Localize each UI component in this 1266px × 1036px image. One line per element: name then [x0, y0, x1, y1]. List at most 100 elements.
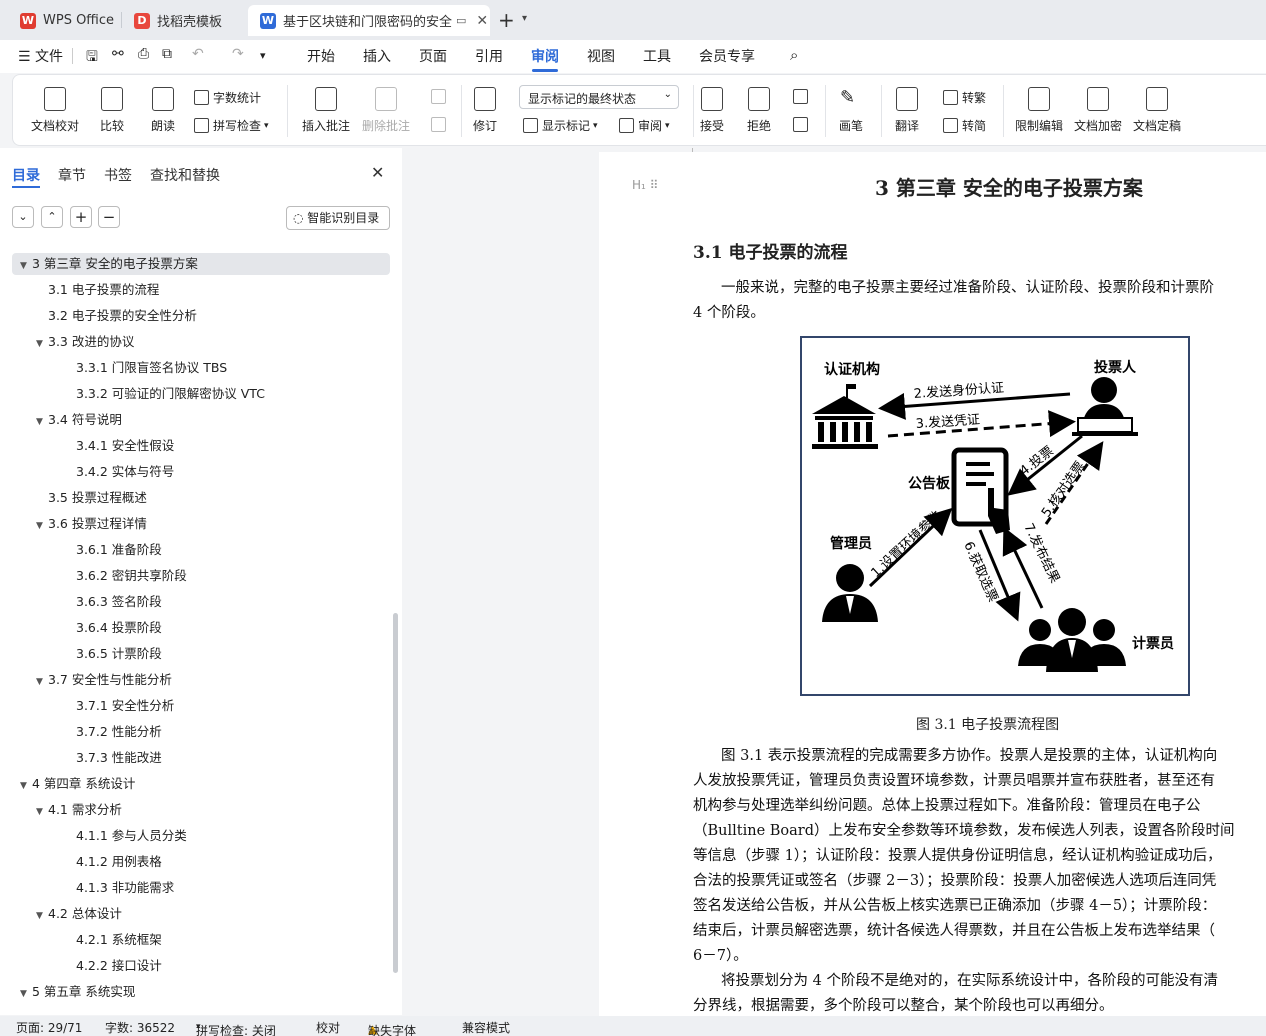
spell-check-button[interactable]: 拼写检查 ▾	[194, 117, 269, 134]
page-indicator[interactable]: 页面: 29/71	[16, 1019, 82, 1036]
menu-references[interactable]: 引用	[475, 46, 503, 66]
toc-item[interactable]: 3.3.1 门限盲签名协议 TBS	[12, 357, 390, 379]
print-icon[interactable]: ⎙	[138, 46, 149, 62]
move-up-button[interactable]: ⌃	[41, 206, 63, 228]
monitor-icon[interactable]: ▭	[456, 14, 466, 27]
document-page[interactable]: H₁ ⠿ 3 第三章 安全的电子投票方案 3.1 电子投票的流程 一般来说，完整…	[599, 152, 1266, 1032]
expand-caret-icon[interactable]: ▼	[20, 255, 32, 277]
toc-item[interactable]: 4.2.1 系统框架	[12, 929, 390, 951]
menu-member[interactable]: 会员专享	[699, 46, 755, 66]
toc-item[interactable]: 3.7.2 性能分析	[12, 721, 390, 743]
toc-item[interactable]: ▼ 4 第四章 系统设计	[12, 773, 390, 795]
panel-scrollbar[interactable]	[393, 613, 398, 973]
insert-comment-button[interactable]: 插入批注	[302, 87, 350, 134]
panel-tab-chapters[interactable]: 章节	[58, 165, 86, 185]
heading-style-icon[interactable]: H₁ ⠿	[632, 178, 658, 192]
toc-item[interactable]: ▼ 3.7 安全性与性能分析	[12, 669, 390, 691]
search-icon[interactable]: ⌕	[790, 46, 798, 64]
toc-item[interactable]: 3.6.1 准备阶段	[12, 539, 390, 561]
collapse-down-button[interactable]: ⌄	[12, 206, 34, 228]
markup-display-select[interactable]: 显示标记的最终状态 ⌄	[519, 85, 679, 109]
menu-view[interactable]: 视图	[587, 46, 615, 66]
toc-item[interactable]: 4.2.2 接口设计	[12, 955, 390, 977]
toc-item[interactable]: 4.1.2 用例表格	[12, 851, 390, 873]
to-simplified-button[interactable]: 转简	[943, 117, 986, 134]
reject-button[interactable]: 拒绝	[747, 87, 771, 134]
toc-item[interactable]: 4.1.1 参与人员分类	[12, 825, 390, 847]
close-icon[interactable]: ✕	[371, 163, 384, 182]
toc-item[interactable]: ▼ 5 第五章 系统实现	[12, 981, 390, 1003]
new-tab-icon[interactable]: +	[498, 8, 515, 32]
doc-check-button[interactable]: 文档校对	[31, 87, 79, 134]
toc-item[interactable]: 3.6.3 签名阶段	[12, 591, 390, 613]
expand-caret-icon[interactable]: ▼	[20, 983, 32, 1005]
menu-file[interactable]: ☰ 文件	[18, 46, 63, 66]
proofread-status[interactable]: 校对	[316, 1019, 340, 1036]
expand-caret-icon[interactable]: ▼	[36, 801, 48, 823]
toc-item[interactable]: 3.7.1 安全性分析	[12, 695, 390, 717]
quick-access-chevron-icon[interactable]: ▾	[260, 49, 266, 62]
close-icon[interactable]: ✕	[476, 13, 488, 29]
tab-document[interactable]: W 基于区块链和门限密码的安全 ▭ ✕	[248, 5, 490, 36]
toc-item[interactable]: 3.4.2 实体与符号	[12, 461, 390, 483]
delete-comment-button[interactable]: 删除批注	[362, 87, 410, 134]
expand-caret-icon[interactable]: ▼	[20, 775, 32, 797]
to-traditional-button[interactable]: 转繁	[943, 89, 986, 106]
next-comment-button[interactable]	[431, 117, 450, 132]
toc-item[interactable]: ▼ 3.4 符号说明	[12, 409, 390, 431]
toc-item[interactable]: 3.1 电子投票的流程	[12, 279, 390, 301]
expand-caret-icon[interactable]: ▼	[36, 671, 48, 693]
menu-tools[interactable]: 工具	[643, 46, 671, 66]
menu-review[interactable]: 审阅	[531, 46, 559, 66]
toc-item[interactable]: 3.6.2 密钥共享阶段	[12, 565, 390, 587]
toc-item[interactable]: 3.7.3 性能改进	[12, 747, 390, 769]
toc-item[interactable]: ▼ 4.2 总体设计	[12, 903, 390, 925]
toc-item[interactable]: ▼ 3 第三章 安全的电子投票方案	[12, 253, 390, 275]
panel-tab-find-replace[interactable]: 查找和替换	[150, 165, 220, 185]
panel-tab-bookmarks[interactable]: 书签	[104, 165, 132, 185]
redo-icon[interactable]: ↷	[232, 46, 244, 62]
menu-page[interactable]: 页面	[419, 46, 447, 66]
menu-insert[interactable]: 插入	[363, 46, 391, 66]
expand-caret-icon[interactable]: ▼	[36, 333, 48, 355]
expand-caret-icon[interactable]: ▼	[36, 905, 48, 927]
remove-heading-button[interactable]: −	[98, 206, 120, 228]
toc-item[interactable]: 3.6.5 计票阶段	[12, 643, 390, 665]
menu-home[interactable]: 开始	[307, 46, 335, 66]
tab-wps-office[interactable]: W WPS Office	[8, 5, 118, 36]
link-icon[interactable]: ⚯	[112, 46, 124, 62]
toc-item[interactable]: ▼ 4.1 需求分析	[12, 799, 390, 821]
toc-item[interactable]: 3.5 投票过程概述	[12, 487, 390, 509]
toc-item[interactable]: 3.3.2 可验证的门限解密协议 VTC	[12, 383, 390, 405]
translate-button[interactable]: 翻译	[895, 87, 919, 134]
accept-button[interactable]: 接受	[700, 87, 724, 134]
toc-item[interactable]: 3.6.4 投票阶段	[12, 617, 390, 639]
smart-toc-button[interactable]: ◌ 智能识别目录	[286, 206, 390, 230]
toc-item[interactable]: 4.1.3 非功能需求	[12, 877, 390, 899]
doc-finalize-button[interactable]: 文档定稿	[1133, 87, 1181, 134]
doc-encrypt-button[interactable]: 文档加密	[1074, 87, 1122, 134]
save-icon[interactable]: 🖫	[86, 46, 98, 70]
restrict-edit-button[interactable]: 限制编辑	[1015, 87, 1063, 134]
toc-item[interactable]: 3.4.1 安全性假设	[12, 435, 390, 457]
tab-docer-templates[interactable]: D 找稻壳模板	[122, 5, 244, 36]
toc-item[interactable]: 3.2 电子投票的安全性分析	[12, 305, 390, 327]
prev-comment-button[interactable]	[431, 89, 450, 104]
toc-item[interactable]: ▼ 3.6 投票过程详情	[12, 513, 390, 535]
compare-button[interactable]: 比较	[100, 87, 124, 134]
revise-button[interactable]: 修订	[473, 87, 497, 134]
add-heading-button[interactable]: +	[70, 206, 92, 228]
prev-change-button[interactable]	[793, 89, 812, 104]
word-count-button[interactable]: 字数统计	[194, 89, 261, 106]
pen-button[interactable]: ✎ 画笔	[839, 87, 863, 134]
panel-tab-toc[interactable]: 目录	[12, 165, 40, 185]
print-preview-icon[interactable]: ⧉	[162, 46, 172, 62]
word-count-status[interactable]: 字数: 36522	[105, 1019, 175, 1036]
expand-caret-icon[interactable]: ▼	[36, 411, 48, 433]
read-aloud-button[interactable]: 朗读	[151, 87, 175, 134]
expand-caret-icon[interactable]: ▼	[36, 515, 48, 537]
undo-icon[interactable]: ↶	[192, 46, 204, 62]
review-pane-button[interactable]: 审阅 ▾	[619, 117, 670, 134]
toc-item[interactable]: ▼ 3.3 改进的协议	[12, 331, 390, 353]
show-markup-button[interactable]: 显示标记 ▾	[523, 117, 598, 134]
